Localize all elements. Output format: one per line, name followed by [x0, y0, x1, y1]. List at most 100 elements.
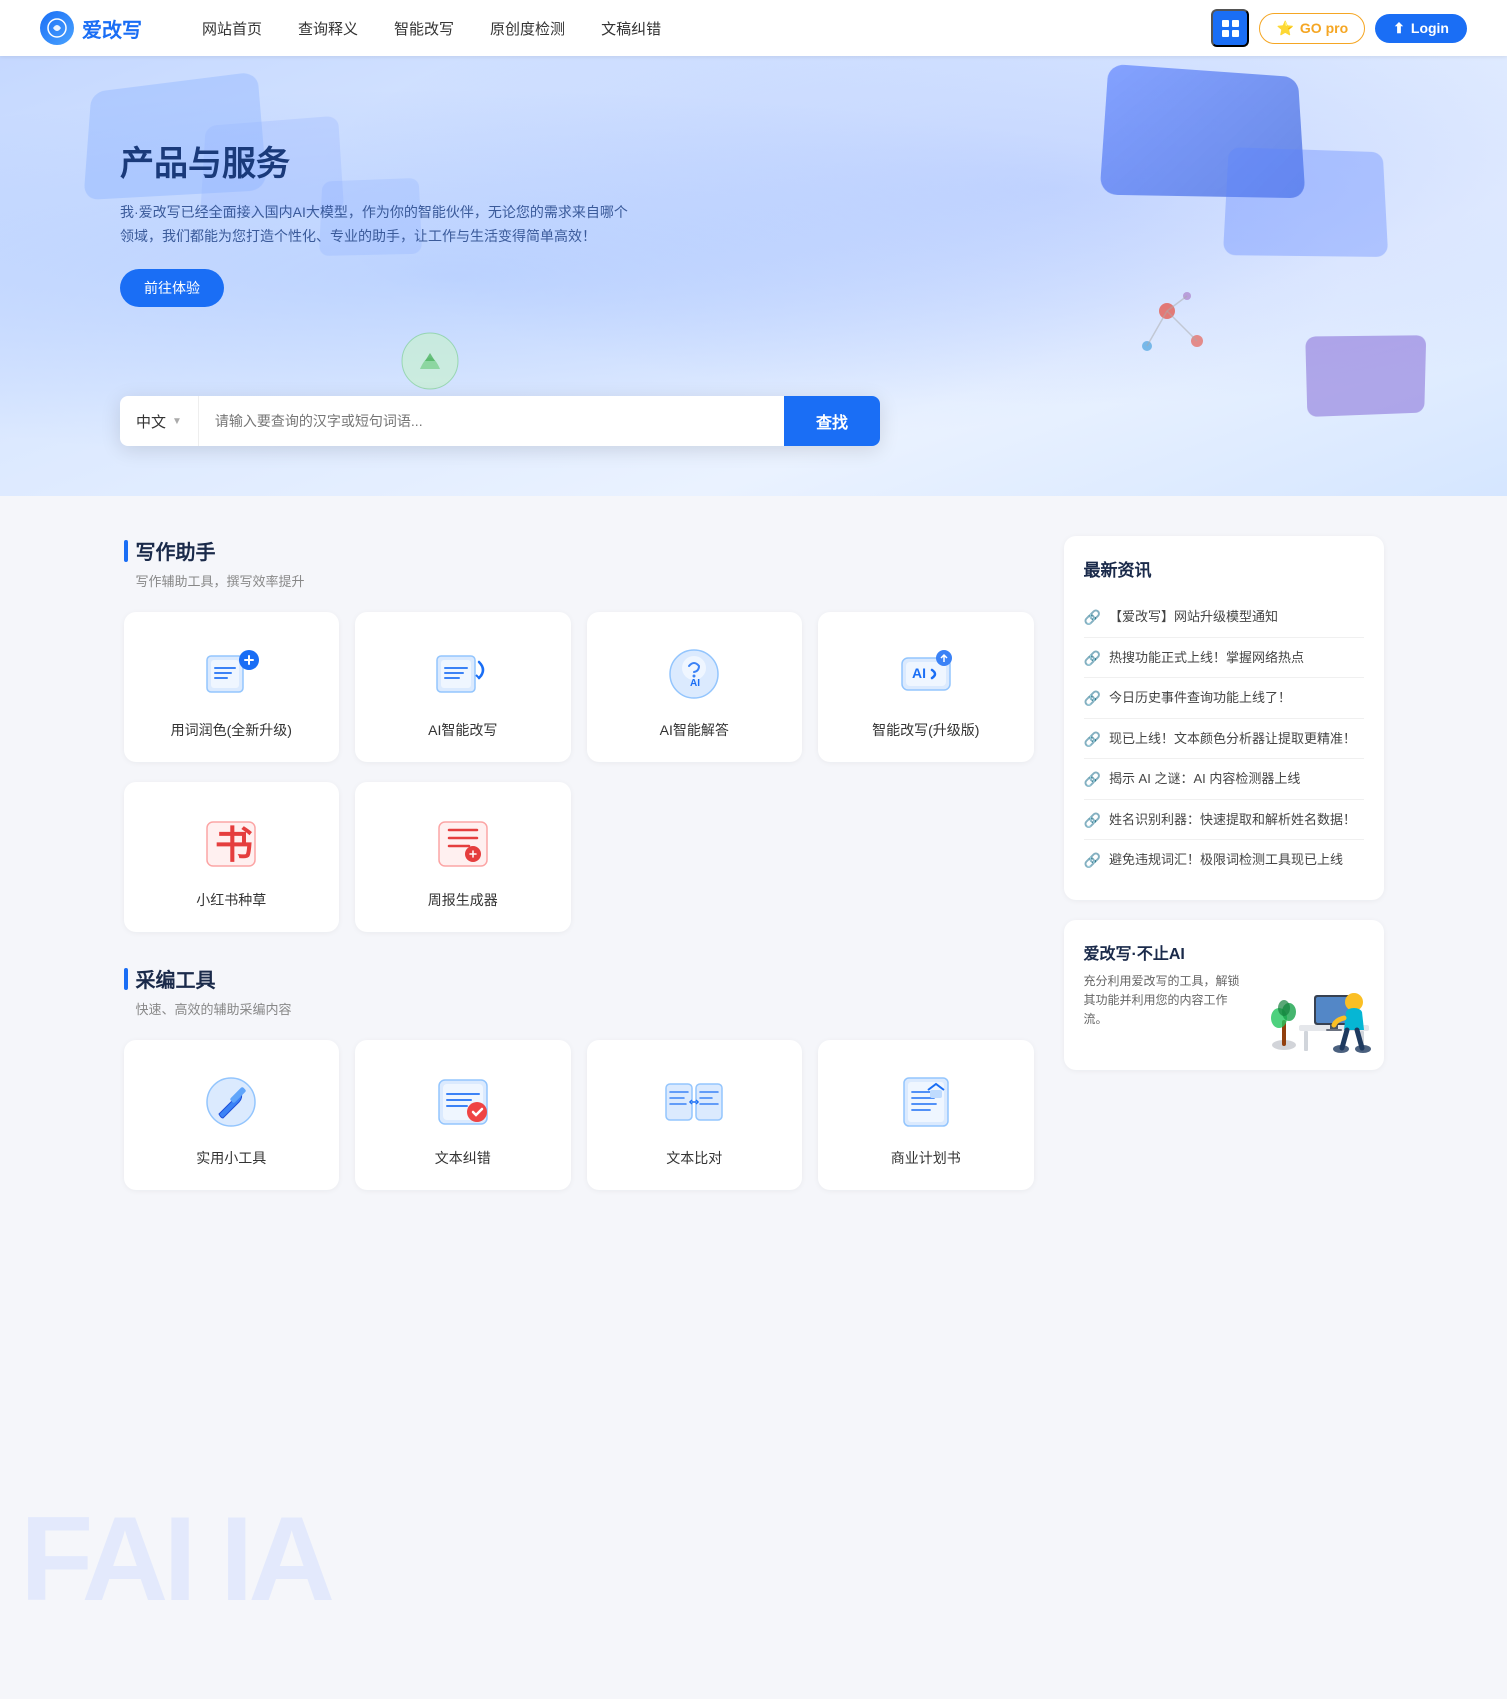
apps-button[interactable] [1211, 9, 1249, 47]
writing-tools-section: 写作助手 写作辅助工具，撰写效率提升 用词润色(全新升级) [124, 536, 1034, 932]
go-pro-button[interactable]: ⭐ GO pro [1259, 13, 1365, 44]
promo-subtitle: 充分利用爱改写的工具，解锁其功能并利用您的内容工作流。 [1084, 972, 1248, 1030]
weekly-report-icon [431, 812, 495, 876]
smart-rewrite-icon: AI [894, 642, 958, 706]
card-utility-tools[interactable]: 实用小工具 [124, 1040, 340, 1190]
promo-content: 爱改写·不止AI 充分利用爱改写的工具，解锁其功能并利用您的内容工作流。 [1084, 940, 1248, 1030]
word-polish-label: 用词润色(全新升级) [171, 720, 292, 740]
promo-title: 爱改写·不止AI [1084, 940, 1248, 964]
link-icon-1: 🔗 [1084, 650, 1101, 667]
card-xiaohongshu[interactable]: 书 小红书种草 [124, 782, 340, 932]
search-language-selector[interactable]: 中文 ▼ [120, 396, 199, 446]
news-item-4[interactable]: 🔗 揭示 AI 之谜：AI 内容检测器上线 [1084, 759, 1364, 800]
news-item-0[interactable]: 🔗 【爱改写】网站升级模型通知 [1084, 597, 1364, 638]
nav-rewrite[interactable]: 智能改写 [394, 14, 454, 43]
business-plan-icon [894, 1070, 958, 1134]
login-icon: ⬆ [1393, 20, 1405, 37]
hero-section: 产品与服务 我·爱改写已经全面接入国内AI大模型，作为你的智能伙伴，无论您的需求… [0, 56, 1507, 496]
left-column: 写作助手 写作辅助工具，撰写效率提升 用词润色(全新升级) [124, 536, 1034, 1222]
svg-text:AI: AI [690, 678, 700, 689]
card-weekly-report[interactable]: 周报生成器 [355, 782, 571, 932]
writing-tools-title: 写作助手 [136, 536, 216, 565]
hero-cta-button[interactable]: 前往体验 [120, 269, 224, 307]
business-plan-label: 商业计划书 [891, 1148, 961, 1168]
promo-illustration [1264, 940, 1364, 1050]
svg-text:AI: AI [912, 665, 926, 681]
star-icon: ⭐ [1276, 20, 1293, 37]
utility-tools-icon [199, 1070, 263, 1134]
word-polish-icon [199, 642, 263, 706]
card-text-compare[interactable]: 文本比对 [587, 1040, 803, 1190]
smart-rewrite-label: 智能改写(升级版) [872, 720, 979, 740]
text-compare-label: 文本比对 [666, 1148, 722, 1168]
grid-icon [1222, 20, 1239, 37]
login-label: Login [1411, 20, 1449, 36]
news-text-5: 姓名识别利器：快速提取和解析姓名数据！ [1109, 810, 1356, 830]
link-icon-3: 🔗 [1084, 731, 1101, 748]
editing-tools-grid: 实用小工具 文本纠错 [124, 1040, 1034, 1190]
editing-tools-title-wrap: 采编工具 [124, 964, 1034, 993]
fai-ia-decoration: FAI IA [20, 1499, 330, 1619]
logo-icon [40, 11, 74, 45]
news-item-5[interactable]: 🔗 姓名识别利器：快速提取和解析姓名数据！ [1084, 800, 1364, 841]
text-correct-icon [431, 1070, 495, 1134]
nav-originality[interactable]: 原创度检测 [490, 14, 565, 43]
main-content: 写作助手 写作辅助工具，撰写效率提升 用词润色(全新升级) [104, 496, 1404, 1262]
editing-section-accent [124, 968, 128, 990]
weekly-report-label: 周报生成器 [428, 890, 498, 910]
news-text-2: 今日历史事件查询功能上线了！ [1109, 688, 1291, 708]
card-word-polish[interactable]: 用词润色(全新升级) [124, 612, 340, 762]
editing-tools-section: 采编工具 快速、高效的辅助采编内容 实用小工具 [124, 964, 1034, 1190]
editing-tools-subtitle: 快速、高效的辅助采编内容 [136, 999, 1034, 1018]
nav-home[interactable]: 网站首页 [202, 14, 262, 43]
logo-text: 爱改写 [82, 14, 142, 43]
card-ai-rewrite[interactable]: AI智能改写 [355, 612, 571, 762]
link-icon-4: 🔗 [1084, 771, 1101, 788]
hero-subtitle: 我·爱改写已经全面接入国内AI大模型，作为你的智能伙伴，无论您的需求来自哪个领域… [120, 201, 640, 249]
ai-rewrite-label: AI智能改写 [428, 720, 497, 740]
card-text-correct[interactable]: 文本纠错 [355, 1040, 571, 1190]
news-card: 最新资讯 🔗 【爱改写】网站升级模型通知 🔗 热搜功能正式上线！掌握网络热点 🔗… [1064, 536, 1384, 900]
right-sidebar: 最新资讯 🔗 【爱改写】网站升级模型通知 🔗 热搜功能正式上线！掌握网络热点 🔗… [1064, 536, 1384, 1222]
nav-proofread[interactable]: 文稿纠错 [601, 14, 661, 43]
link-icon-2: 🔗 [1084, 690, 1101, 707]
news-item-3[interactable]: 🔗 现已上线！文本颜色分析器让提取更精准！ [1084, 719, 1364, 760]
xiaohongshu-label: 小红书种草 [196, 890, 266, 910]
ai-answer-icon: AI [662, 642, 726, 706]
search-input[interactable] [199, 396, 784, 446]
nav-links: 网站首页 查询释义 智能改写 原创度检测 文稿纠错 [202, 14, 1211, 43]
card-business-plan[interactable]: 商业计划书 [818, 1040, 1034, 1190]
ai-answer-label: AI智能解答 [660, 720, 729, 740]
login-button[interactable]: ⬆ Login [1375, 14, 1467, 43]
text-correct-label: 文本纠错 [435, 1148, 491, 1168]
writing-tools-grid-row1: 用词润色(全新升级) AI智能改写 [124, 612, 1034, 762]
card-smart-rewrite[interactable]: AI 智能改写(升级版) [818, 612, 1034, 762]
hero-title: 产品与服务 [120, 136, 1507, 185]
go-pro-label: GO pro [1300, 20, 1348, 36]
svg-text:书: 书 [215, 825, 253, 867]
writing-tools-subtitle: 写作辅助工具，撰写效率提升 [136, 571, 1034, 590]
search-button[interactable]: 查找 [784, 396, 880, 446]
news-title: 最新资讯 [1084, 556, 1364, 581]
nav-query[interactable]: 查询释义 [298, 14, 358, 43]
editing-tools-title: 采编工具 [136, 964, 216, 993]
news-item-2[interactable]: 🔗 今日历史事件查询功能上线了！ [1084, 678, 1364, 719]
card-ai-answer[interactable]: AI AI智能解答 [587, 612, 803, 762]
link-icon-6: 🔗 [1084, 852, 1101, 869]
news-text-0: 【爱改写】网站升级模型通知 [1109, 607, 1278, 627]
navbar: 爱改写 网站首页 查询释义 智能改写 原创度检测 文稿纠错 ⭐ GO pro ⬆… [0, 0, 1507, 56]
ai-rewrite-icon [431, 642, 495, 706]
news-item-1[interactable]: 🔗 热搜功能正式上线！掌握网络热点 [1084, 638, 1364, 679]
writing-tools-title-wrap: 写作助手 [124, 536, 1034, 565]
language-label: 中文 [136, 411, 166, 432]
news-item-6[interactable]: 🔗 避免违规词汇！极限词检测工具现已上线 [1084, 840, 1364, 880]
chevron-down-icon: ▼ [172, 416, 182, 427]
hero-content: 产品与服务 我·爱改写已经全面接入国内AI大模型，作为你的智能伙伴，无论您的需求… [0, 56, 1507, 307]
link-icon-0: 🔗 [1084, 609, 1101, 626]
search-bar: 中文 ▼ 查找 [120, 396, 880, 446]
writing-tools-grid-row2: 书 小红书种草 周报生成器 [124, 782, 1034, 932]
section-accent [124, 540, 128, 562]
link-icon-5: 🔗 [1084, 812, 1101, 829]
logo[interactable]: 爱改写 [40, 11, 142, 45]
news-text-1: 热搜功能正式上线！掌握网络热点 [1109, 648, 1304, 668]
